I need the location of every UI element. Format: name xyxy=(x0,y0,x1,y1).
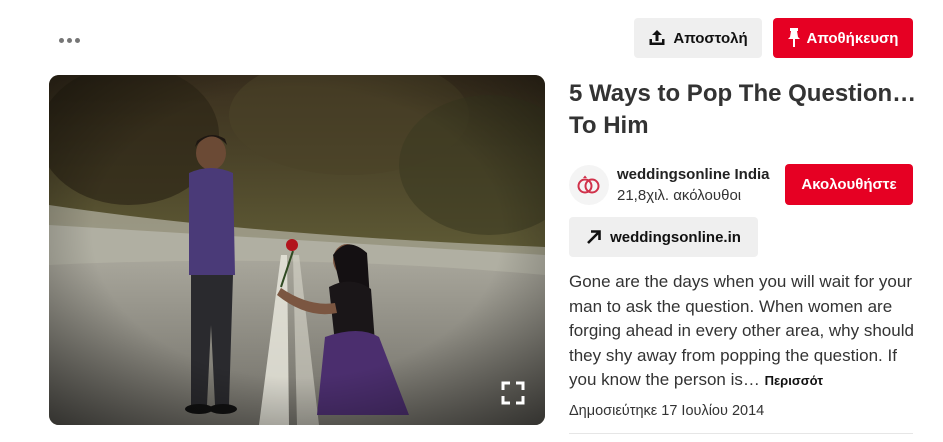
save-label: Αποθήκευση xyxy=(806,29,899,47)
expand-icon[interactable] xyxy=(501,381,525,405)
source-label: weddingsonline.in xyxy=(610,228,741,246)
divider xyxy=(569,433,913,434)
share-label: Αποστολή xyxy=(673,29,748,47)
avatar[interactable] xyxy=(569,165,609,205)
arrow-up-right-icon xyxy=(587,230,601,244)
creator-section: weddingsonline India 21,8χιλ. ακόλουθοι … xyxy=(569,164,913,208)
ellipsis-icon xyxy=(58,37,64,43)
pushpin-icon xyxy=(787,28,800,47)
published-date: Δημοσιεύτηκε 17 Ιουλίου 2014 xyxy=(569,403,765,419)
description-text: Gone are the days when you will wait for… xyxy=(569,272,914,389)
share-button[interactable]: Αποστολή xyxy=(634,18,762,58)
upload-icon xyxy=(649,30,665,45)
save-button[interactable]: Αποθήκευση xyxy=(773,18,913,58)
rings-icon xyxy=(577,175,600,194)
read-more-link[interactable]: Περισσότ xyxy=(765,373,823,388)
source-link-button[interactable]: weddingsonline.in xyxy=(569,217,758,257)
more-options-button[interactable] xyxy=(52,26,86,54)
pin-image[interactable] xyxy=(49,75,545,425)
pin-title: 5 Ways to Pop The Question… To Him xyxy=(569,80,917,139)
creator-name[interactable]: weddingsonline India xyxy=(617,166,770,183)
follow-button[interactable]: Ακολουθήστε xyxy=(785,164,913,205)
pin-description: Gone are the days when you will wait for… xyxy=(569,270,919,394)
creator-followers: 21,8χιλ. ακόλουθοι xyxy=(617,187,742,204)
couple-proposal-photo xyxy=(49,75,545,425)
